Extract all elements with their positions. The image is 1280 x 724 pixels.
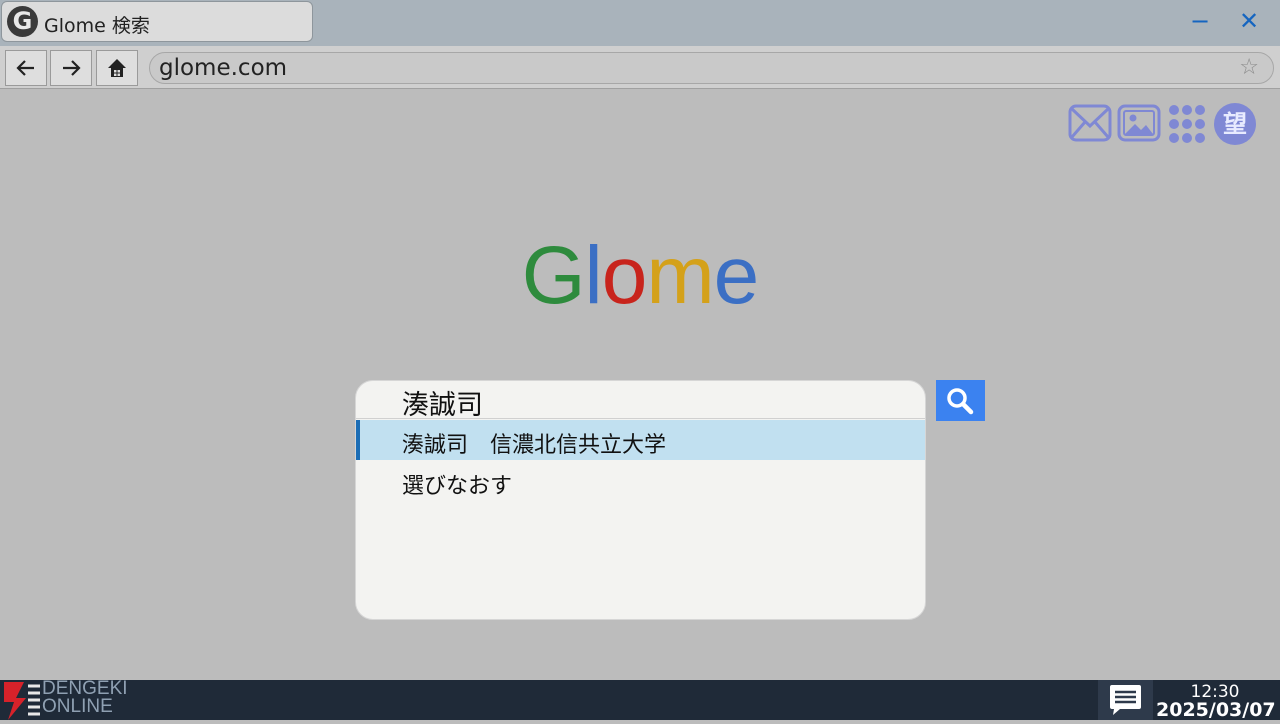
minimize-button[interactable]: − — [1176, 0, 1224, 42]
tab-title: Glome 検索 — [44, 15, 150, 37]
glome-logo: Glome — [0, 229, 1280, 323]
logo-letter: G — [521, 230, 586, 321]
dengeki-logo-icon — [4, 682, 40, 720]
suggestion-item[interactable]: 湊誠司 信濃北信共立大学 — [356, 420, 925, 460]
page-content: 望 Glome 湊誠司 湊誠司 信濃北信共立大学 選びなおす — [0, 89, 1280, 680]
taskbar: DENGEKI ONLINE 12:30 2025/03/07 — [0, 678, 1280, 721]
home-button[interactable] — [96, 50, 138, 86]
mail-icon[interactable] — [1068, 104, 1112, 142]
apps-grid-icon[interactable] — [1167, 104, 1209, 144]
suggestion-label: 湊誠司 信濃北信共立大学 — [402, 433, 667, 458]
back-button[interactable] — [5, 50, 47, 86]
logo-letter: o — [601, 230, 648, 321]
search-box: 湊誠司 湊誠司 信濃北信共立大学 選びなおす — [355, 380, 926, 620]
search-input[interactable]: 湊誠司 — [356, 381, 925, 421]
search-query: 湊誠司 — [402, 390, 483, 421]
watermark-logo: DENGEKI ONLINE — [2, 678, 128, 720]
star-icon[interactable]: ☆ — [1239, 55, 1259, 80]
logo-letter: m — [646, 230, 714, 321]
forward-button[interactable] — [50, 50, 92, 86]
glome-logo-icon: G — [7, 6, 38, 37]
logo-letter: l — [584, 230, 603, 321]
forward-arrow-icon — [63, 60, 81, 76]
watermark-text: ONLINE — [42, 696, 113, 717]
chat-icon — [1110, 685, 1141, 715]
image-icon[interactable] — [1117, 104, 1161, 142]
home-icon — [108, 59, 126, 77]
address-bar[interactable]: glome.com ☆ — [149, 52, 1274, 84]
browser-tab[interactable]: G Glome 検索 — [1, 1, 313, 42]
account-avatar[interactable]: 望 — [1214, 103, 1256, 145]
browser-toolbar: glome.com ☆ — [0, 46, 1280, 89]
search-icon — [947, 388, 974, 415]
clock-date: 2025/03/07 — [1156, 699, 1276, 721]
close-button[interactable]: ✕ — [1225, 0, 1273, 42]
chat-button[interactable] — [1098, 680, 1153, 720]
search-button[interactable] — [936, 380, 985, 421]
logo-letter: e — [713, 230, 760, 321]
title-bar: G Glome 検索 − ✕ — [0, 0, 1280, 46]
suggestion-item[interactable]: 選びなおす — [356, 461, 925, 501]
suggestion-label: 選びなおす — [402, 474, 513, 499]
address-text: glome.com — [159, 55, 288, 81]
back-arrow-icon — [16, 60, 34, 76]
